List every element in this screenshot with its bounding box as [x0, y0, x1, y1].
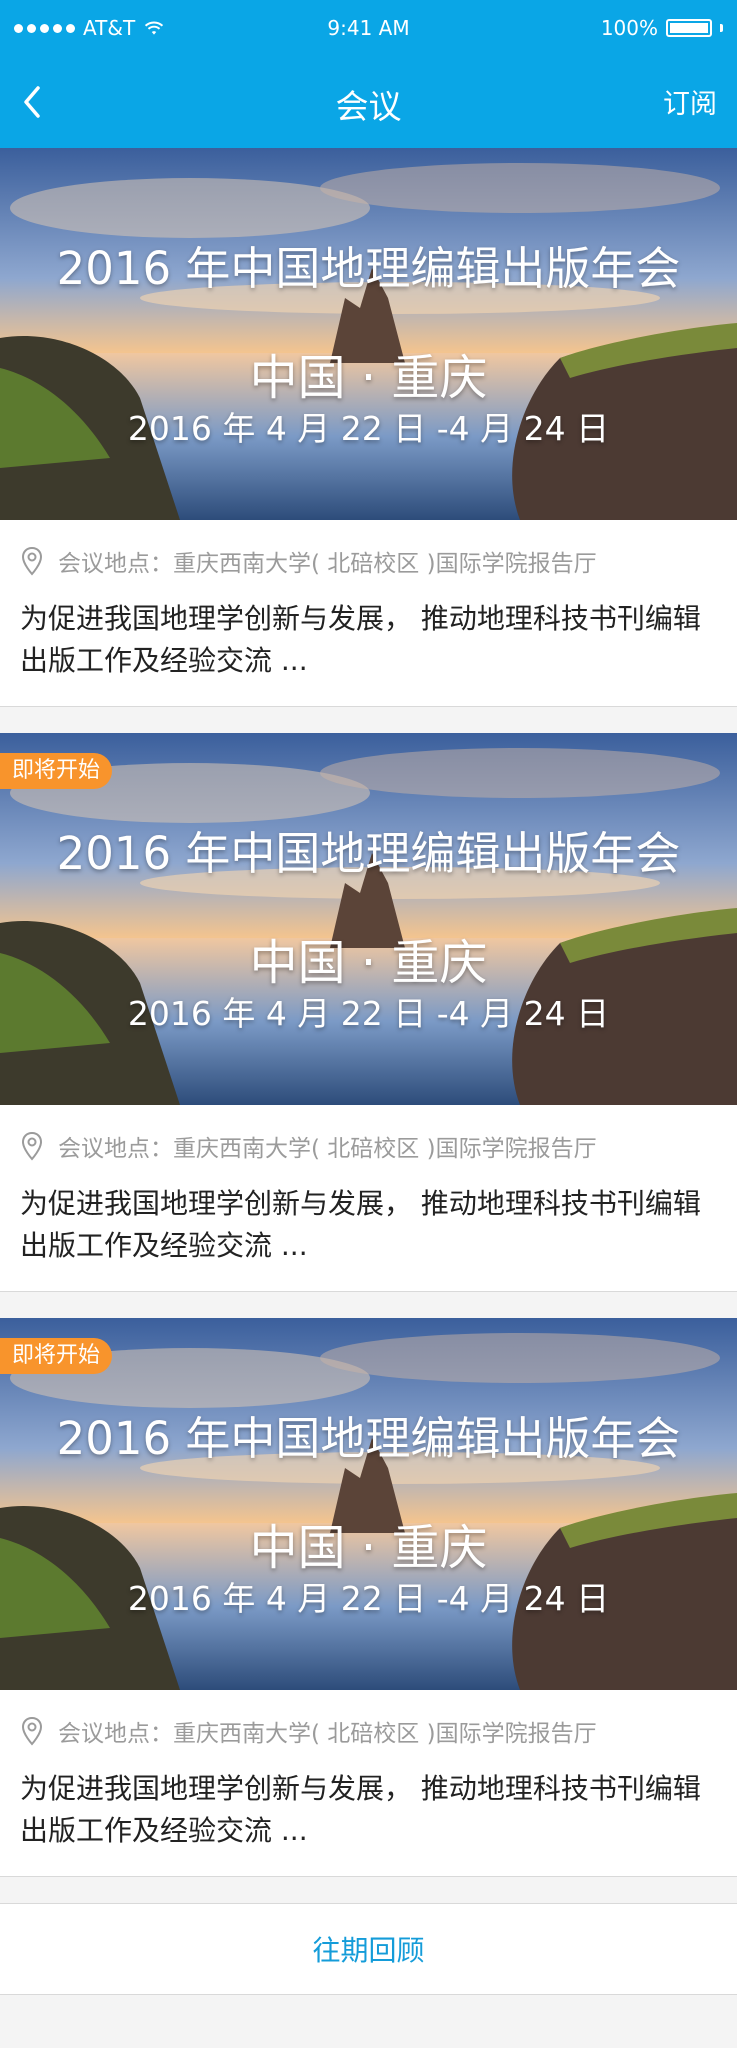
meeting-card[interactable]: 即将开始 2016 年中国地理编辑出版年会 中国 · 重庆 2016 年 4 月… — [0, 733, 737, 1292]
meeting-description: 为促进我国地理学创新与发展， 推动地理科技书刊编辑出版工作及经验交流 ... — [20, 602, 701, 677]
top-bar: AT&T 9:41 AM 100% 会议 订阅 — [0, 0, 737, 148]
meeting-info: 会议地点：重庆西南大学( 北碚校区 )国际学院报告厅 为促进我国地理学创新与发展… — [0, 1690, 737, 1876]
page-title: 会议 — [335, 87, 402, 126]
location-pin-icon — [21, 546, 43, 576]
landscape-image — [0, 733, 737, 1105]
history-review-button[interactable]: 往期回顾 — [0, 1903, 737, 1995]
subscribe-button[interactable]: 订阅 — [663, 82, 717, 121]
location-text: 会议地点：重庆西南大学( 北碚校区 )国际学院报告厅 — [58, 1136, 597, 1162]
meeting-city: 中国 · 重庆 — [249, 935, 488, 991]
meeting-dates: 2016 年 4 月 22 日 -4 月 24 日 — [127, 1579, 610, 1618]
meeting-location: 会议地点：重庆西南大学( 北碚校区 )国际学院报告厅 — [20, 544, 717, 578]
meeting-location: 会议地点：重庆西南大学( 北碚校区 )国际学院报告厅 — [20, 1714, 717, 1748]
meeting-card[interactable]: 2016 年中国地理编辑出版年会 中国 · 重庆 2016 年 4 月 22 日… — [0, 148, 737, 707]
status-badge: 即将开始 — [0, 1338, 113, 1374]
meeting-info: 会议地点：重庆西南大学( 北碚校区 )国际学院报告厅 为促进我国地理学创新与发展… — [0, 520, 737, 706]
meeting-dates: 2016 年 4 月 22 日 -4 月 24 日 — [127, 994, 610, 1033]
location-pin-icon — [21, 1131, 43, 1161]
meeting-description: 为促进我国地理学创新与发展， 推动地理科技书刊编辑出版工作及经验交流 ... — [20, 1772, 701, 1847]
meeting-title: 2016 年中国地理编辑出版年会 — [56, 1412, 681, 1465]
meeting-card[interactable]: 即将开始 2016 年中国地理编辑出版年会 中国 · 重庆 2016 年 4 月… — [0, 1318, 737, 1877]
status-badge: 即将开始 — [0, 753, 113, 789]
meeting-list: 2016 年中国地理编辑出版年会 中国 · 重庆 2016 年 4 月 22 日… — [0, 148, 737, 1995]
meeting-dates: 2016 年 4 月 22 日 -4 月 24 日 — [127, 409, 610, 448]
meeting-banner[interactable]: 2016 年中国地理编辑出版年会 中国 · 重庆 2016 年 4 月 22 日… — [0, 148, 737, 520]
landscape-image — [0, 148, 737, 520]
landscape-image — [0, 1318, 737, 1690]
status-time: 9:41 AM — [327, 16, 410, 40]
meeting-banner[interactable]: 即将开始 2016 年中国地理编辑出版年会 中国 · 重庆 2016 年 4 月… — [0, 733, 737, 1105]
meeting-city: 中国 · 重庆 — [249, 1520, 488, 1576]
nav-bar: 会议 订阅 — [0, 56, 737, 148]
battery-icon — [666, 19, 712, 37]
meeting-location: 会议地点：重庆西南大学( 北碚校区 )国际学院报告厅 — [20, 1129, 717, 1163]
location-text: 会议地点：重庆西南大学( 北碚校区 )国际学院报告厅 — [58, 551, 597, 577]
meeting-city: 中国 · 重庆 — [249, 350, 488, 406]
meeting-info: 会议地点：重庆西南大学( 北碚校区 )国际学院报告厅 为促进我国地理学创新与发展… — [0, 1105, 737, 1291]
meeting-title: 2016 年中国地理编辑出版年会 — [56, 242, 681, 295]
location-pin-icon — [21, 1716, 43, 1746]
status-bar: AT&T 9:41 AM 100% — [0, 0, 737, 56]
meeting-description: 为促进我国地理学创新与发展， 推动地理科技书刊编辑出版工作及经验交流 ... — [20, 1187, 701, 1262]
location-text: 会议地点：重庆西南大学( 北碚校区 )国际学院报告厅 — [58, 1721, 597, 1747]
meeting-banner[interactable]: 即将开始 2016 年中国地理编辑出版年会 中国 · 重庆 2016 年 4 月… — [0, 1318, 737, 1690]
meeting-title: 2016 年中国地理编辑出版年会 — [56, 827, 681, 880]
